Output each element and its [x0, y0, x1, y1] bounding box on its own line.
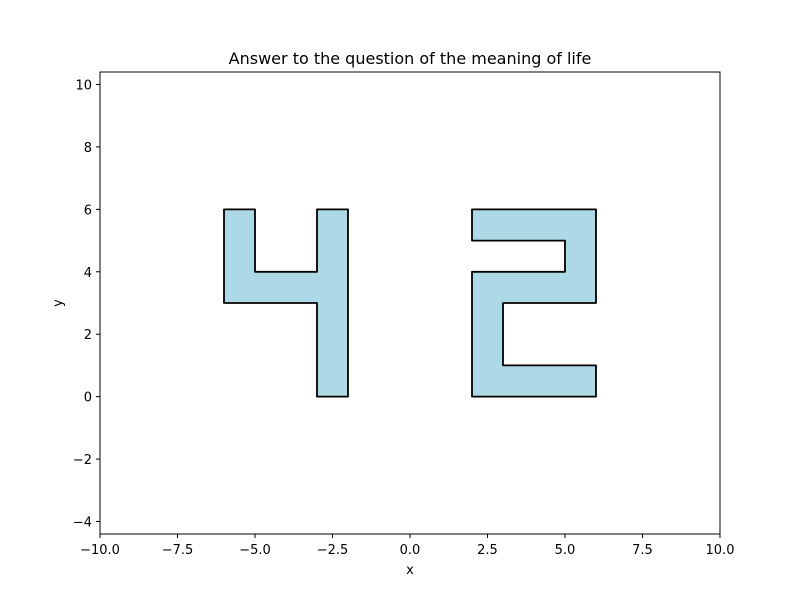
- figure-background: [0, 0, 800, 600]
- x-tick-label: −7.5: [162, 543, 194, 558]
- y-axis-label: y: [51, 299, 66, 307]
- y-tick-label: 10: [75, 78, 92, 93]
- x-tick-label: 10.0: [706, 543, 735, 558]
- x-tick-label: 5.0: [555, 543, 576, 558]
- y-tick-label: −2: [73, 453, 92, 468]
- y-tick-label: 4: [84, 266, 92, 281]
- digit-shape-2: [471, 208, 597, 398]
- y-tick-label: 0: [84, 391, 92, 406]
- x-tick-label: 0.0: [400, 543, 421, 558]
- x-tick-label: −5.0: [239, 543, 271, 558]
- x-tick-label: 7.5: [632, 543, 653, 558]
- x-tick-label: −2.5: [317, 543, 349, 558]
- x-tick-label: −10.0: [80, 543, 120, 558]
- y-tick-label: 6: [84, 203, 92, 218]
- x-axis-label: x: [406, 563, 414, 578]
- chart-title: Answer to the question of the meaning of…: [229, 49, 592, 68]
- x-tick-label: 2.5: [477, 543, 498, 558]
- y-tick-label: −4: [73, 516, 92, 531]
- y-tick-label: 2: [84, 328, 92, 343]
- y-tick-label: 8: [84, 141, 92, 156]
- chart-figure: −10.0 −7.5 −5.0 −2.5 0.0 2.5 5.0 7.5 10.0 −4 −2 0 2…: [0, 0, 800, 600]
